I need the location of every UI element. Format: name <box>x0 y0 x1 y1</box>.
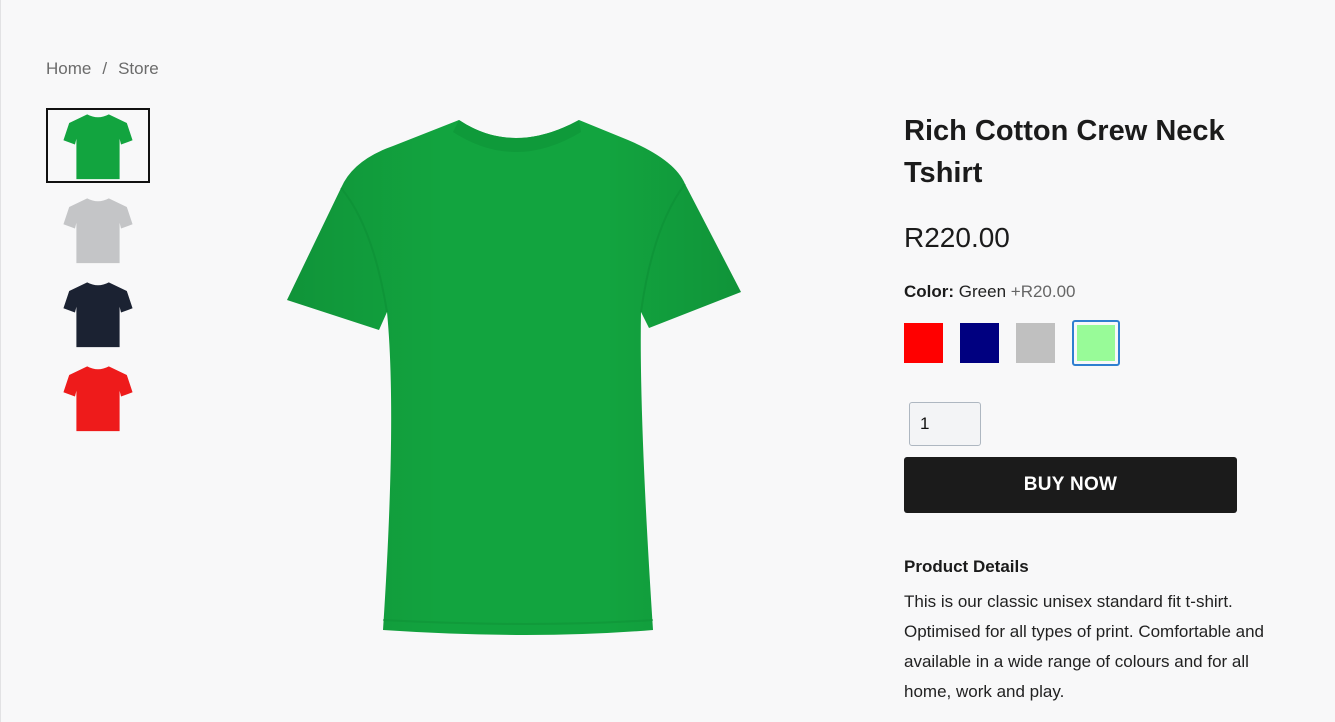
main-product-image <box>283 116 745 636</box>
product-details-text: This is our classic unisex standard fit … <box>904 592 1264 701</box>
swatch-green[interactable] <box>1072 320 1120 366</box>
thumbnail-grey[interactable] <box>46 192 150 267</box>
thumbnail-list <box>46 108 150 444</box>
color-price-extra: +R20.00 <box>1010 282 1076 301</box>
tshirt-thumbnail-image <box>63 197 133 263</box>
product-price: R220.00 <box>904 222 1010 253</box>
tshirt-main-image <box>287 120 741 635</box>
tshirt-thumbnail-image <box>63 281 133 347</box>
swatch-silver[interactable] <box>1016 323 1055 363</box>
breadcrumb: Home / Store <box>46 59 159 79</box>
product-info-panel: Rich Cotton Crew Neck Tshirt R220.00 Col… <box>904 110 1304 707</box>
product-details-heading: Product Details <box>904 557 1029 576</box>
swatch-red[interactable] <box>904 323 943 363</box>
thumbnail-green[interactable] <box>46 108 150 183</box>
tshirt-thumbnail-image <box>63 113 133 179</box>
tshirt-thumbnail-image <box>63 365 133 431</box>
breadcrumb-separator: / <box>102 59 108 78</box>
color-swatches <box>904 320 1304 366</box>
thumbnail-navy[interactable] <box>46 276 150 351</box>
breadcrumb-home-link[interactable]: Home <box>46 59 91 79</box>
swatch-navy[interactable] <box>960 323 999 363</box>
product-title: Rich Cotton Crew Neck Tshirt <box>904 115 1225 189</box>
buy-now-button[interactable]: BUY NOW <box>904 457 1237 513</box>
color-value: Green <box>958 282 1007 301</box>
breadcrumb-store-link[interactable]: Store <box>118 59 159 79</box>
color-selection-label: Color: Green +R20.00 <box>904 282 1304 302</box>
quantity-input[interactable] <box>909 402 981 446</box>
thumbnail-red[interactable] <box>46 360 150 435</box>
product-page: Home / Store Rich Cotton Crew Neck Tshir… <box>0 0 1335 722</box>
color-label: Color: <box>904 282 955 301</box>
